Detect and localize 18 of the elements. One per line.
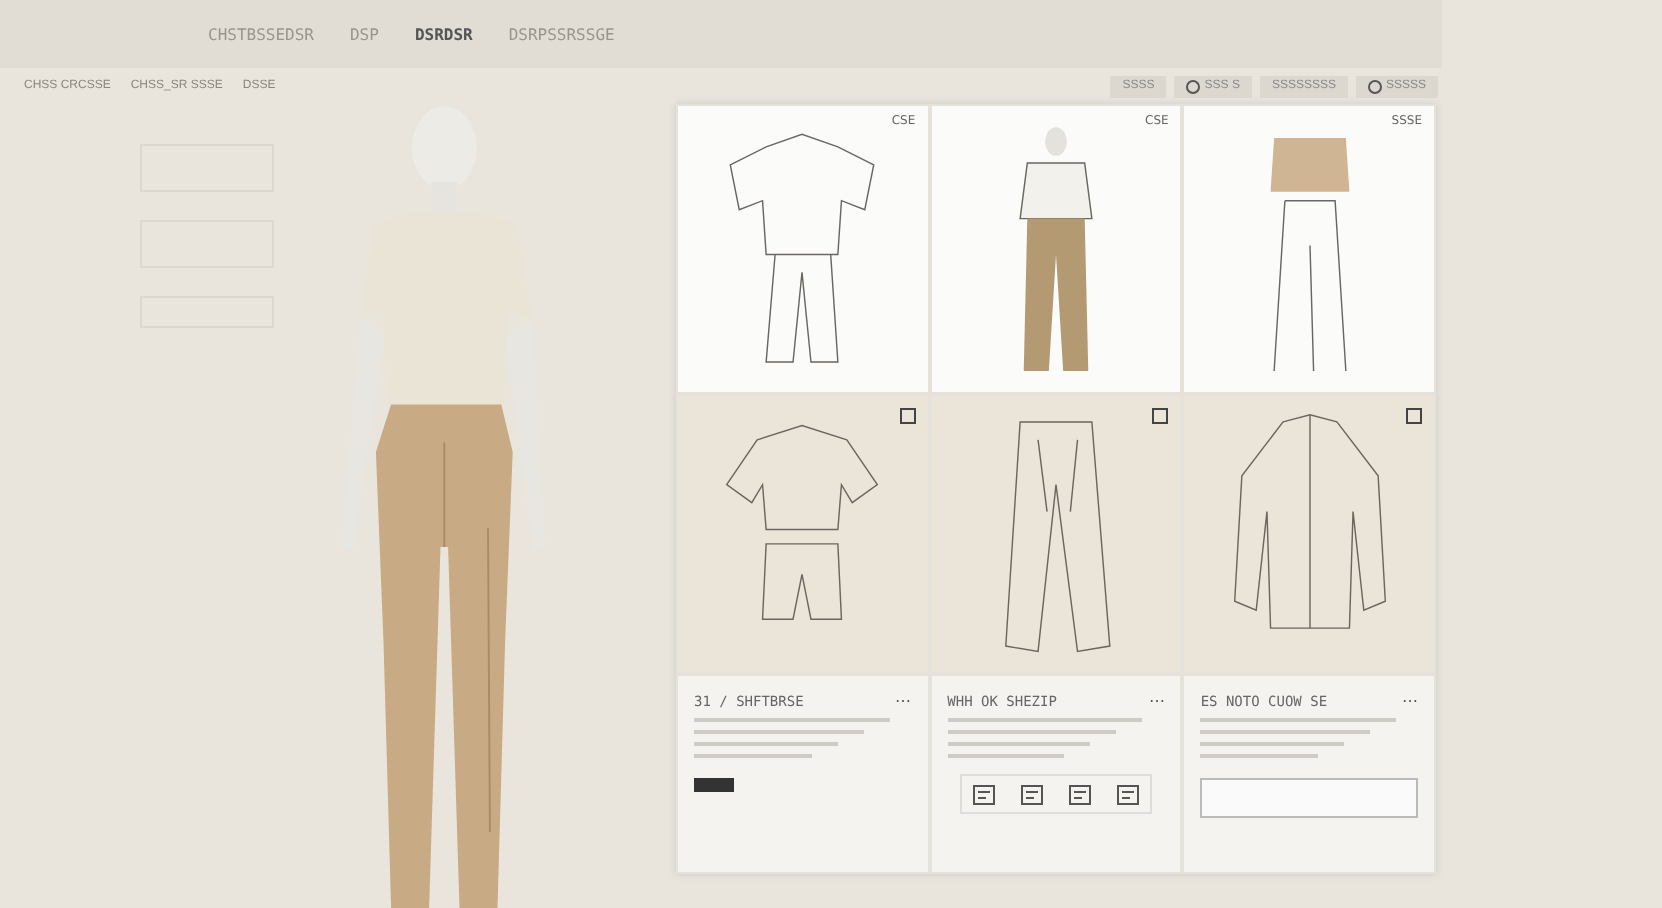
tab[interactable]: DSRDSR — [406, 21, 481, 47]
square-icon[interactable] — [1405, 408, 1422, 424]
tag-icon — [694, 778, 734, 792]
more-button[interactable]: ⋯ — [1401, 692, 1418, 710]
square-icon[interactable] — [1152, 408, 1169, 424]
text-line-drawing — [694, 742, 838, 746]
tab[interactable]: DSP — [341, 21, 387, 47]
square-icon[interactable] — [899, 408, 916, 424]
more-button[interactable]: ⋯ — [1148, 692, 1165, 710]
radio-icon — [1367, 79, 1382, 93]
radio-icon — [1186, 79, 1201, 93]
more-button[interactable]: ⋯ — [895, 692, 912, 710]
text-line-drawing — [1200, 754, 1318, 758]
text-line-drawing — [694, 754, 812, 758]
text-line-drawing — [947, 742, 1091, 746]
text-line-drawing — [947, 754, 1065, 758]
tab[interactable]: DSRPSSRSSGE — [500, 21, 623, 47]
tab[interactable]: CHSTBSSEDSR — [200, 21, 322, 47]
